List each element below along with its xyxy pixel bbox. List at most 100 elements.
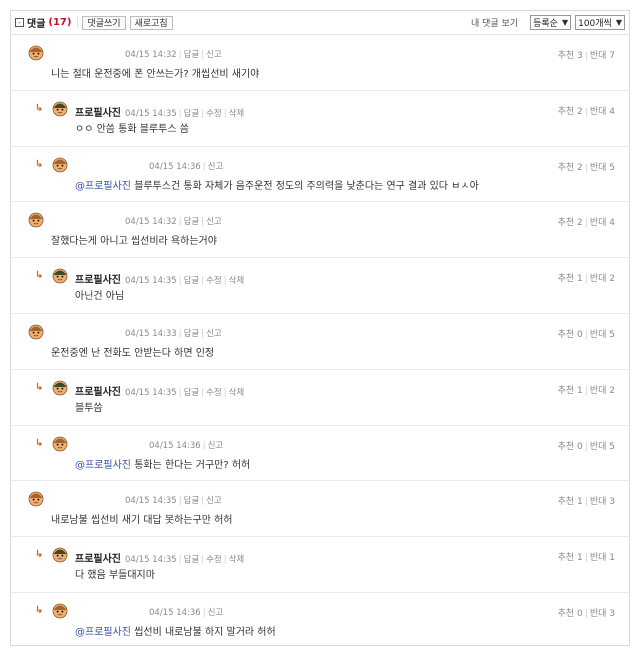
comment-time: 04/15 14:32 bbox=[125, 217, 177, 228]
upvote-button[interactable]: 추천 2 bbox=[558, 107, 583, 117]
action-link[interactable]: 답글 bbox=[184, 217, 200, 227]
avatar[interactable] bbox=[51, 434, 69, 452]
divider: | bbox=[584, 609, 588, 619]
vote-counts: 추천 0 | 반대 3 bbox=[558, 606, 615, 619]
downvote-button[interactable]: 반대 5 bbox=[590, 442, 615, 452]
comment-text: 운전중엔 난 전화도 안받는다 하면 인정 bbox=[51, 344, 214, 359]
downvote-button[interactable]: 반대 7 bbox=[590, 51, 615, 61]
action-link[interactable]: 답글 bbox=[184, 496, 200, 506]
downvote-button[interactable]: 반대 2 bbox=[590, 386, 615, 396]
mention-link[interactable]: @프로필사진 bbox=[75, 627, 131, 638]
avatar[interactable] bbox=[27, 43, 45, 61]
comment-text: 다 했음 부들대지마 bbox=[75, 566, 155, 581]
divider: | bbox=[223, 276, 227, 287]
avatar[interactable] bbox=[51, 266, 69, 284]
upvote-button[interactable]: 추천 1 bbox=[558, 553, 583, 563]
upvote-button[interactable]: 추천 1 bbox=[558, 274, 583, 284]
comment-text: 내로남불 씹선비 새기 대답 못하는구만 허허 bbox=[51, 511, 233, 526]
downvote-button[interactable]: 반대 5 bbox=[590, 330, 615, 340]
action-link[interactable]: 신고 bbox=[206, 329, 222, 339]
divider: | bbox=[201, 108, 205, 119]
comment-time: 04/15 14:33 bbox=[125, 329, 177, 339]
comment-body: 아닌건 아님 bbox=[75, 291, 125, 303]
refresh-button[interactable]: 새로고침 bbox=[129, 15, 173, 30]
action-link[interactable]: 답글 bbox=[184, 50, 200, 60]
upvote-button[interactable]: 추천 2 bbox=[558, 163, 583, 173]
upvote-button[interactable]: 추천 0 bbox=[558, 609, 583, 619]
downvote-button[interactable]: 반대 4 bbox=[590, 218, 615, 228]
comment-time: 04/15 14:36 bbox=[149, 161, 201, 172]
action-link[interactable]: 삭제 bbox=[229, 276, 245, 286]
action-link[interactable]: 삭제 bbox=[229, 109, 245, 119]
action-link[interactable]: 신고 bbox=[206, 217, 222, 227]
action-link[interactable]: 답글 bbox=[184, 109, 200, 119]
author-name[interactable]: 프로필사진 bbox=[75, 554, 121, 565]
downvote-button[interactable]: 반대 3 bbox=[590, 609, 615, 619]
action-link[interactable]: 답글 bbox=[184, 555, 200, 565]
divider: | bbox=[178, 50, 182, 60]
action-link[interactable]: 수정 bbox=[206, 555, 222, 565]
divider: | bbox=[202, 161, 206, 172]
divider: | bbox=[584, 218, 588, 229]
downvote-button[interactable]: 반대 5 bbox=[590, 163, 615, 173]
comment-text: 잘했다는게 아니고 씹선비라 욕하는거야 bbox=[51, 232, 217, 247]
divider: | bbox=[584, 553, 588, 564]
action-link[interactable]: 신고 bbox=[206, 50, 222, 60]
collapse-toggle-icon[interactable]: - bbox=[15, 18, 24, 27]
avatar[interactable] bbox=[51, 99, 69, 117]
downvote-button[interactable]: 반대 1 bbox=[590, 553, 615, 563]
upvote-button[interactable]: 추천 3 bbox=[558, 51, 583, 61]
avatar[interactable] bbox=[51, 378, 69, 396]
my-comments-link[interactable]: 내 댓글 보기 bbox=[471, 16, 518, 29]
reply-arrow-icon: ↳ bbox=[35, 158, 44, 170]
comment-body: 잘했다는게 아니고 씹선비라 욕하는거야 bbox=[51, 236, 217, 248]
divider: | bbox=[202, 440, 206, 451]
comment-toolbar: - 댓글 (17) 댓글쓰기 새로고침 내 댓글 보기 등록순 ▼ 100개씩 … bbox=[11, 11, 629, 35]
write-comment-button[interactable]: 댓글쓰기 bbox=[82, 15, 126, 30]
list-options: 내 댓글 보기 등록순 ▼ 100개씩 ▼ bbox=[471, 15, 625, 30]
comment-count: (17) bbox=[48, 17, 72, 28]
sort-select[interactable]: 등록순 ▼ bbox=[530, 15, 572, 30]
avatar[interactable] bbox=[51, 155, 69, 173]
action-link[interactable]: 수정 bbox=[206, 109, 222, 119]
avatar[interactable] bbox=[27, 322, 45, 340]
author-name[interactable]: 프로필사진 bbox=[75, 108, 121, 119]
avatar[interactable] bbox=[27, 489, 45, 507]
action-link[interactable]: 삭제 bbox=[229, 555, 245, 565]
action-link[interactable]: 답글 bbox=[184, 276, 200, 286]
mention-link[interactable]: @프로필사진 bbox=[75, 181, 131, 192]
mention-link[interactable]: @프로필사진 bbox=[75, 460, 131, 471]
reply-item: ↳ 프로필사진 04/15 14:35 | 답글 | 수정 | 삭제 아닌건 아님 추천 1 | 반대… bbox=[11, 258, 629, 314]
action-link[interactable]: 답글 bbox=[184, 388, 200, 398]
author-name[interactable]: 프로필사진 bbox=[75, 275, 121, 286]
avatar[interactable] bbox=[27, 210, 45, 228]
action-link[interactable]: 신고 bbox=[208, 608, 224, 618]
downvote-button[interactable]: 반대 3 bbox=[590, 497, 615, 507]
vote-counts: 추천 3 | 반대 7 bbox=[558, 48, 615, 61]
action-link[interactable]: 신고 bbox=[206, 496, 222, 506]
upvote-button[interactable]: 추천 0 bbox=[558, 330, 583, 340]
action-link[interactable]: 신고 bbox=[208, 441, 224, 451]
divider: | bbox=[178, 329, 182, 339]
action-link[interactable]: 답글 bbox=[184, 329, 200, 339]
comment-item: 04/15 14:35 | 답글 | 신고 내로남불 씹선비 새기 대답 못하는구만 허허… bbox=[11, 481, 629, 538]
action-link[interactable]: 수정 bbox=[206, 388, 222, 398]
comment-text: @프로필사진 블루투스건 통화 자체가 음주운전 정도의 주의력을 낮춘다는 연… bbox=[75, 177, 479, 192]
comment-body: 블투씀 bbox=[75, 402, 103, 414]
comment-meta: 프로필사진 04/15 14:35 | 답글 | 수정 | 삭제 bbox=[75, 104, 244, 119]
upvote-button[interactable]: 추천 1 bbox=[558, 497, 583, 507]
comment-body: 운전중엔 난 전화도 안받는다 하면 인정 bbox=[51, 348, 215, 359]
action-link[interactable]: 신고 bbox=[208, 162, 224, 172]
avatar[interactable] bbox=[51, 545, 69, 563]
per-page-select[interactable]: 100개씩 ▼ bbox=[575, 15, 625, 30]
avatar[interactable] bbox=[51, 601, 69, 619]
upvote-button[interactable]: 추천 2 bbox=[558, 218, 583, 228]
upvote-button[interactable]: 추천 0 bbox=[558, 442, 583, 452]
upvote-button[interactable]: 추천 1 bbox=[558, 386, 583, 396]
downvote-button[interactable]: 반대 4 bbox=[590, 107, 615, 117]
action-link[interactable]: 수정 bbox=[206, 276, 222, 286]
downvote-button[interactable]: 반대 2 bbox=[590, 274, 615, 284]
comment-meta: 프로필사진 04/15 14:35 | 답글 | 수정 | 삭제 bbox=[75, 550, 244, 565]
action-link[interactable]: 삭제 bbox=[229, 388, 245, 398]
author-name[interactable]: 프로필사진 bbox=[75, 387, 121, 398]
